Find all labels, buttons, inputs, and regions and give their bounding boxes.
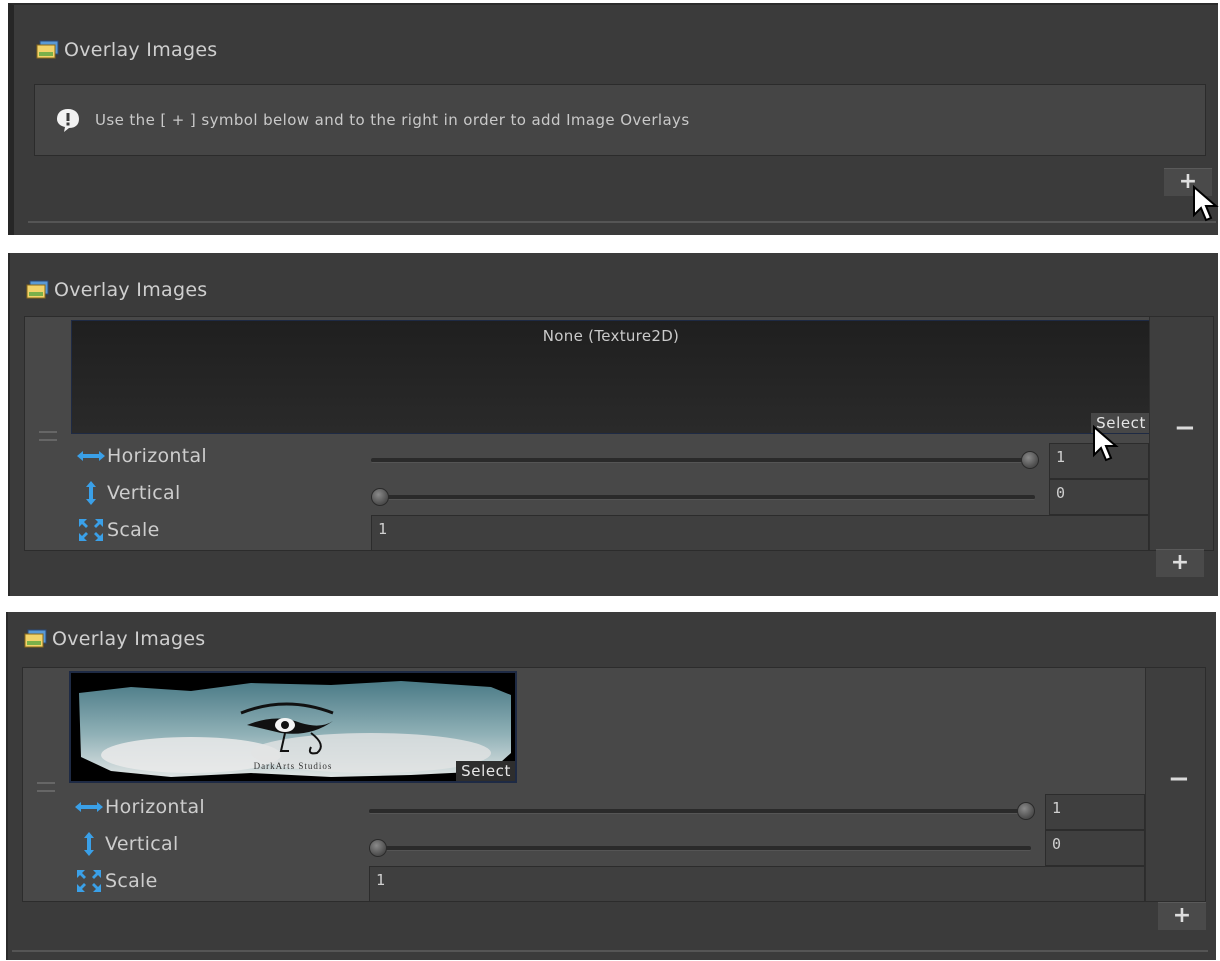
vertical-slider-track[interactable] (371, 495, 1035, 500)
remove-overlay-button[interactable]: − (1168, 764, 1190, 794)
scale-label: Scale (105, 870, 158, 892)
vertical-label: Vertical (105, 833, 179, 855)
scale-row: Scale (75, 519, 160, 541)
help-box: Use the [ + ] symbol below and to the ri… (34, 84, 1206, 156)
divider (12, 950, 1208, 952)
horizontal-slider-track[interactable] (371, 458, 1035, 463)
drag-handle[interactable] (37, 782, 55, 792)
vertical-value-field[interactable]: 0 (1049, 479, 1149, 515)
drag-handle[interactable] (39, 431, 57, 441)
help-message: Use the [ + ] symbol below and to the ri… (95, 111, 690, 129)
horizontal-slider-thumb[interactable] (1017, 802, 1035, 820)
horizontal-value-field[interactable]: 1 (1045, 794, 1145, 830)
vertical-label: Vertical (107, 482, 181, 504)
vertical-arrow-icon (73, 832, 105, 856)
vertical-slider-track[interactable] (369, 846, 1031, 851)
panel-header: Overlay Images (26, 279, 208, 301)
exclamation-icon (57, 109, 79, 132)
overlay-images-icon (26, 280, 50, 300)
overlay-images-panel-image: Overlay Images DarkArts Studios Select −… (6, 612, 1216, 960)
remove-overlay-button[interactable]: − (1174, 413, 1196, 443)
scale-arrows-icon (75, 519, 107, 541)
horizontal-slider-track[interactable] (369, 809, 1031, 814)
overlay-images-icon (24, 629, 48, 649)
panel-title: Overlay Images (54, 279, 208, 301)
vertical-slider-thumb[interactable] (369, 839, 387, 857)
scale-row: Scale (73, 870, 158, 892)
panel-header: Overlay Images (24, 628, 206, 650)
overlay-images-icon (36, 40, 60, 60)
vertical-row: Vertical (73, 832, 179, 856)
horizontal-row: Horizontal (73, 796, 205, 818)
mouse-cursor-icon (1193, 185, 1219, 222)
mouse-cursor-icon (1093, 425, 1119, 462)
horizontal-row: Horizontal (75, 445, 207, 467)
scale-label: Scale (107, 519, 160, 541)
texture-value: None (Texture2D) (542, 327, 680, 345)
vertical-value-field[interactable]: 0 (1045, 830, 1145, 866)
overlay-list: None (Texture2D) Select − Horizontal 1 V… (24, 316, 1214, 551)
scale-value-field[interactable]: 1 (371, 515, 1149, 551)
select-texture-button[interactable]: Select (456, 761, 515, 781)
darkarts-logo-text: DarkArts Studios (254, 761, 333, 771)
horizontal-label: Horizontal (105, 796, 206, 818)
texture-preview[interactable]: DarkArts Studios Select (69, 671, 517, 783)
vertical-row: Vertical (75, 481, 181, 505)
horizontal-slider-thumb[interactable] (1021, 451, 1039, 469)
add-overlay-button[interactable]: + (1156, 549, 1204, 577)
overlay-images-panel-none: Overlay Images None (Texture2D) Select −… (8, 253, 1218, 596)
horizontal-arrow-icon (75, 445, 107, 467)
darkarts-logo-image: DarkArts Studios (79, 681, 511, 777)
remove-column: − (1149, 317, 1213, 550)
add-overlay-button[interactable]: + (1158, 902, 1206, 930)
scale-arrows-icon (73, 870, 105, 892)
panel-title: Overlay Images (52, 628, 206, 650)
overlay-images-panel-empty: Overlay Images Use the [ + ] symbol belo… (8, 3, 1219, 235)
horizontal-arrow-icon (73, 796, 105, 818)
texture-field[interactable]: None (Texture2D) Select (71, 320, 1151, 434)
horizontal-label: Horizontal (107, 445, 208, 467)
vertical-arrow-icon (75, 481, 107, 505)
panel-header: Overlay Images (36, 39, 218, 61)
remove-column: − (1145, 668, 1205, 901)
divider (28, 221, 1216, 223)
panel-title: Overlay Images (64, 39, 218, 61)
vertical-slider-thumb[interactable] (371, 488, 389, 506)
scale-value-field[interactable]: 1 (369, 866, 1145, 902)
overlay-list: DarkArts Studios Select − Horizontal 1 V… (22, 667, 1206, 902)
